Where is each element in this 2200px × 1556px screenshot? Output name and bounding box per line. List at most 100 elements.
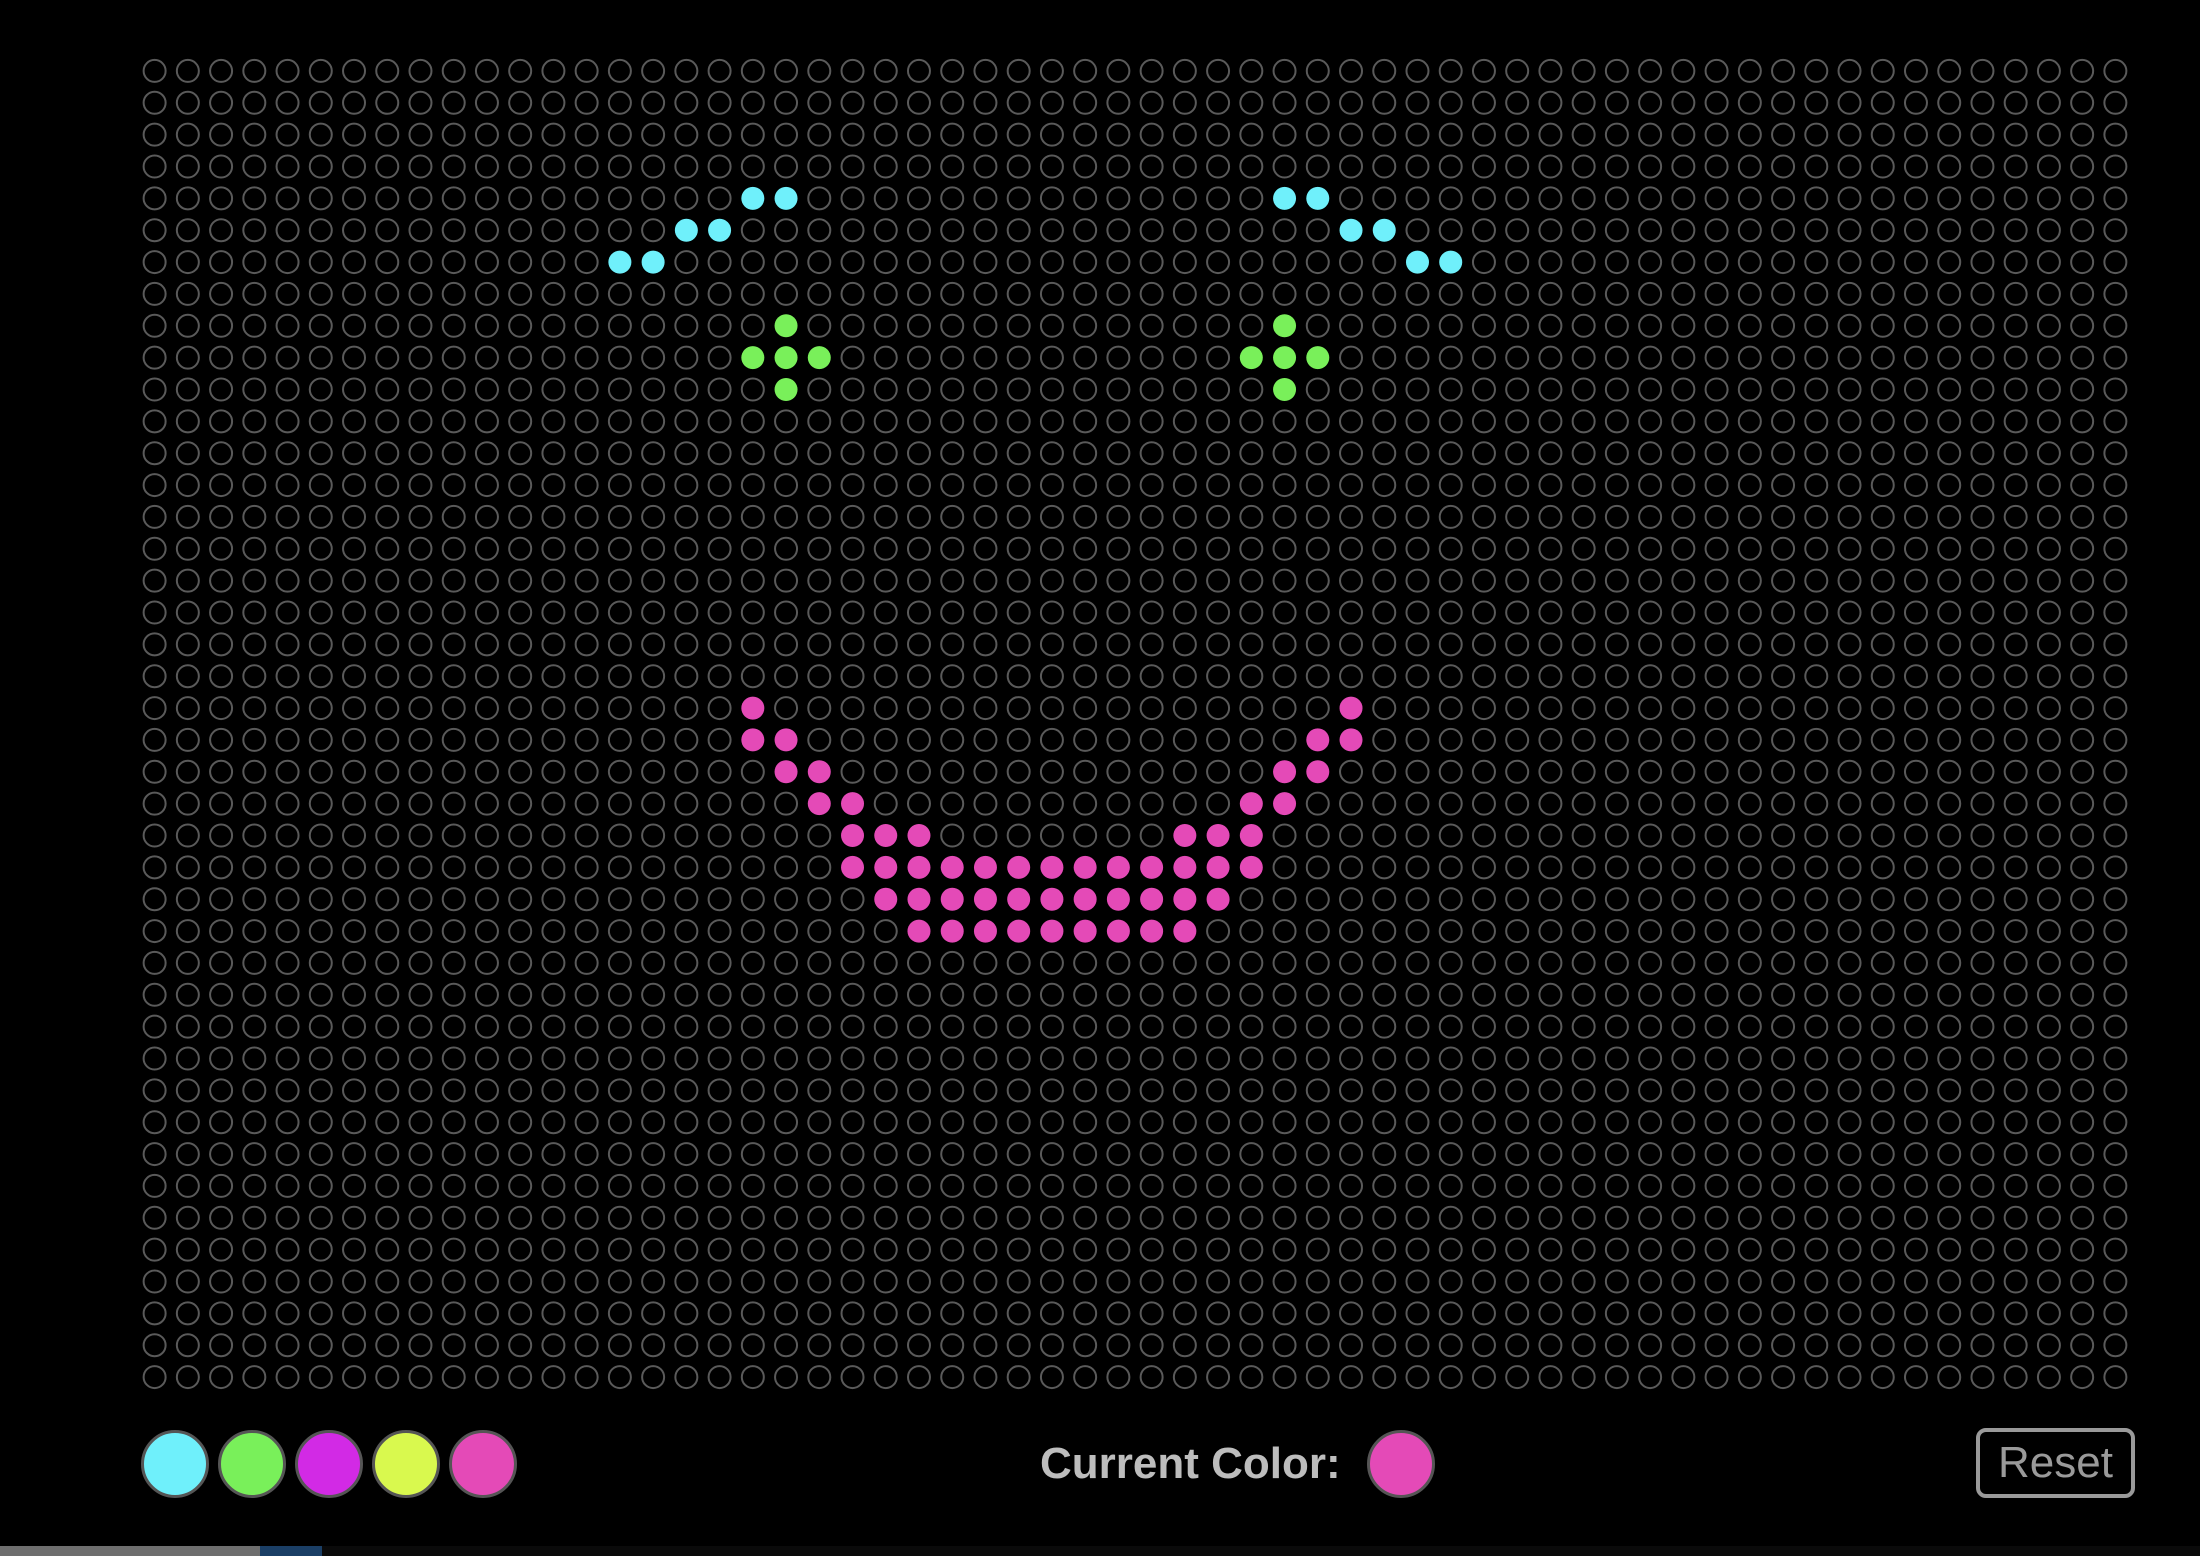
peg-empty[interactable] — [873, 154, 898, 179]
peg-empty[interactable] — [1837, 218, 1862, 243]
peg-empty[interactable] — [1471, 1014, 1496, 1039]
peg-empty[interactable] — [1305, 218, 1330, 243]
peg-lit[interactable] — [807, 792, 831, 816]
peg-empty[interactable] — [441, 696, 466, 721]
peg-empty[interactable] — [574, 982, 599, 1007]
peg-empty[interactable] — [607, 58, 632, 83]
peg-empty[interactable] — [1471, 1301, 1496, 1326]
peg-empty[interactable] — [441, 823, 466, 848]
peg-empty[interactable] — [175, 1301, 200, 1326]
peg-empty[interactable] — [2036, 186, 2061, 211]
peg-empty[interactable] — [275, 473, 300, 498]
peg-empty[interactable] — [1272, 632, 1297, 657]
peg-empty[interactable] — [1006, 58, 1031, 83]
peg-empty[interactable] — [1804, 90, 1829, 115]
peg-empty[interactable] — [1538, 473, 1563, 498]
peg-empty[interactable] — [1604, 409, 1629, 434]
peg-empty[interactable] — [1206, 1269, 1231, 1294]
peg-empty[interactable] — [1272, 855, 1297, 880]
peg-empty[interactable] — [474, 696, 499, 721]
peg-empty[interactable] — [175, 409, 200, 434]
peg-empty[interactable] — [1405, 696, 1430, 721]
peg-empty[interactable] — [441, 441, 466, 466]
peg-empty[interactable] — [474, 1301, 499, 1326]
peg-empty[interactable] — [607, 1046, 632, 1071]
peg-empty[interactable] — [1903, 1301, 1928, 1326]
peg-empty[interactable] — [1571, 759, 1596, 784]
peg-empty[interactable] — [508, 632, 533, 657]
peg-empty[interactable] — [342, 504, 367, 529]
peg-empty[interactable] — [940, 727, 965, 752]
peg-empty[interactable] — [1239, 1142, 1264, 1167]
peg-empty[interactable] — [275, 1110, 300, 1135]
peg-empty[interactable] — [1937, 1142, 1962, 1167]
peg-empty[interactable] — [375, 632, 400, 657]
peg-empty[interactable] — [674, 950, 699, 975]
peg-empty[interactable] — [807, 1333, 832, 1358]
peg-empty[interactable] — [2003, 1142, 2028, 1167]
peg-empty[interactable] — [474, 823, 499, 848]
peg-empty[interactable] — [1305, 664, 1330, 689]
peg-empty[interactable] — [1638, 218, 1663, 243]
peg-empty[interactable] — [674, 664, 699, 689]
peg-empty[interactable] — [441, 1365, 466, 1390]
peg-empty[interactable] — [242, 1014, 267, 1039]
peg-empty[interactable] — [1870, 345, 1895, 370]
peg-empty[interactable] — [774, 1301, 799, 1326]
peg-empty[interactable] — [1039, 1078, 1064, 1103]
peg-empty[interactable] — [607, 1142, 632, 1167]
peg-empty[interactable] — [873, 1173, 898, 1198]
peg-empty[interactable] — [840, 1014, 865, 1039]
peg-empty[interactable] — [508, 1205, 533, 1230]
peg-empty[interactable] — [1405, 1046, 1430, 1071]
peg-empty[interactable] — [807, 1046, 832, 1071]
peg-empty[interactable] — [2070, 441, 2095, 466]
peg-empty[interactable] — [508, 441, 533, 466]
peg-empty[interactable] — [1771, 1205, 1796, 1230]
peg-empty[interactable] — [940, 58, 965, 83]
peg-empty[interactable] — [342, 1301, 367, 1326]
peg-empty[interactable] — [1106, 504, 1131, 529]
peg-empty[interactable] — [1870, 1142, 1895, 1167]
peg-empty[interactable] — [474, 281, 499, 306]
peg-empty[interactable] — [940, 1269, 965, 1294]
peg-empty[interactable] — [1870, 919, 1895, 944]
peg-empty[interactable] — [2103, 441, 2128, 466]
peg-empty[interactable] — [1471, 122, 1496, 147]
peg-empty[interactable] — [1671, 1333, 1696, 1358]
peg-empty[interactable] — [807, 441, 832, 466]
peg-empty[interactable] — [1970, 887, 1995, 912]
peg-empty[interactable] — [1704, 823, 1729, 848]
peg-empty[interactable] — [342, 919, 367, 944]
peg-empty[interactable] — [142, 950, 167, 975]
peg-empty[interactable] — [342, 950, 367, 975]
peg-lit[interactable] — [1173, 887, 1197, 911]
peg-empty[interactable] — [1372, 727, 1397, 752]
peg-empty[interactable] — [408, 122, 433, 147]
peg-empty[interactable] — [607, 1205, 632, 1230]
peg-empty[interactable] — [1006, 600, 1031, 625]
peg-empty[interactable] — [1737, 664, 1762, 689]
peg-empty[interactable] — [906, 1014, 931, 1039]
peg-empty[interactable] — [1372, 1205, 1397, 1230]
peg-empty[interactable] — [508, 982, 533, 1007]
peg-empty[interactable] — [1206, 568, 1231, 593]
peg-empty[interactable] — [1737, 1142, 1762, 1167]
peg-empty[interactable] — [1638, 90, 1663, 115]
peg-empty[interactable] — [375, 1142, 400, 1167]
peg-empty[interactable] — [142, 186, 167, 211]
peg-empty[interactable] — [1106, 1237, 1131, 1262]
peg-empty[interactable] — [275, 791, 300, 816]
peg-empty[interactable] — [1837, 409, 1862, 434]
peg-empty[interactable] — [1937, 919, 1962, 944]
peg-empty[interactable] — [574, 759, 599, 784]
peg-empty[interactable] — [607, 536, 632, 561]
peg-empty[interactable] — [1704, 887, 1729, 912]
peg-empty[interactable] — [840, 950, 865, 975]
peg-empty[interactable] — [1438, 664, 1463, 689]
peg-empty[interactable] — [1039, 377, 1064, 402]
peg-empty[interactable] — [474, 1014, 499, 1039]
peg-empty[interactable] — [508, 250, 533, 275]
peg-empty[interactable] — [1638, 250, 1663, 275]
peg-empty[interactable] — [441, 632, 466, 657]
